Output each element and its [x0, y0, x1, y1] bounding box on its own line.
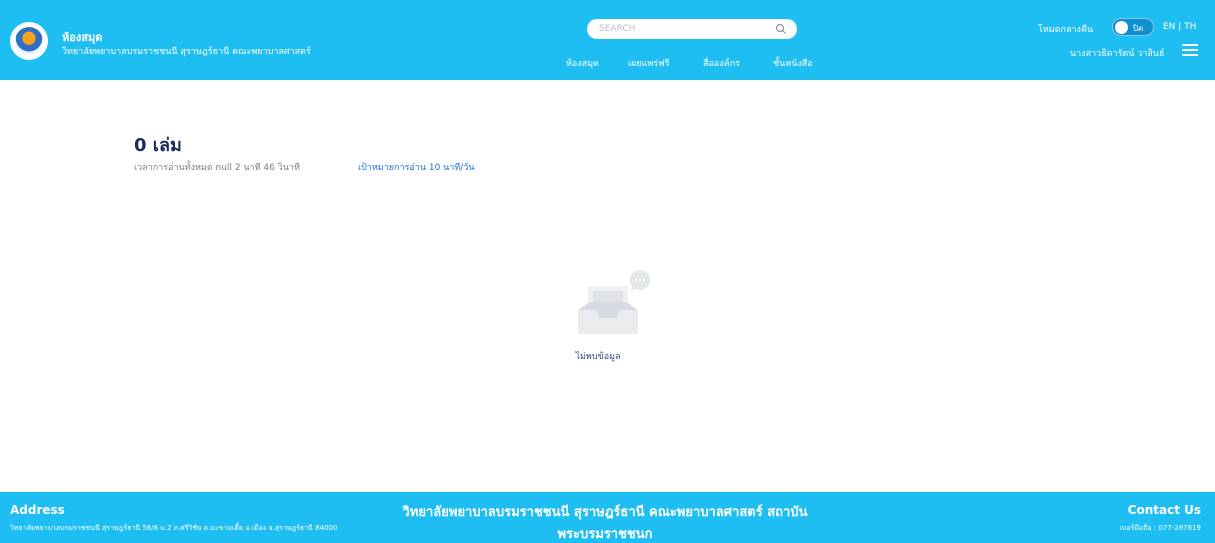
search-icon[interactable] — [775, 23, 787, 35]
toggle-state-text: ปิด — [1133, 24, 1144, 33]
nav-bookshelf[interactable]: ชั้นหนังสือ — [773, 56, 813, 70]
footer-address: วิทยาลัยพยาบาลบรมราชชนนี สุราษฎร์ธานี 56… — [10, 524, 338, 532]
night-mode-label: โหมดกลางคืน — [1038, 25, 1094, 35]
search-bar — [587, 19, 797, 39]
total-reading-time: เวลาการอ่านทั้งหมด null 2 นาที 46 วินาที — [134, 163, 300, 173]
hamburger-menu-icon[interactable] — [1182, 44, 1198, 56]
toggle-knob — [1115, 21, 1128, 34]
search-input[interactable] — [599, 22, 769, 36]
night-mode-toggle[interactable]: ปิด — [1112, 18, 1154, 36]
book-count: 0 เล่ม — [134, 135, 182, 156]
footer-address-title: Address — [10, 503, 65, 517]
empty-state-message: ไม่พบข้อมูล — [575, 352, 621, 362]
footer-phone: เบอร์มือถือ : 077-287819 — [1119, 524, 1201, 532]
nav-org-media[interactable]: สื่อองค์กร — [703, 56, 740, 70]
nav-free-publish[interactable]: เผยแพร่ฟรี — [628, 56, 669, 70]
reading-goal-link[interactable]: เป้าหมายการอ่าน 10 นาที/วัน — [358, 160, 475, 174]
footer-contact-title: Contact Us — [1127, 503, 1201, 517]
language-switcher[interactable]: EN | TH — [1163, 22, 1196, 32]
user-name[interactable]: นางสาวธิดารัตน์ วาสินธ์ — [1070, 46, 1165, 60]
top-header: ห้องสมุด วิทยาลัยพยาบาลบรมราชชนนี สุราษฎ… — [0, 0, 1215, 80]
college-logo[interactable] — [10, 22, 48, 60]
logo-emblem-icon — [15, 27, 43, 55]
site-footer: Address วิทยาลัยพยาบาลบรมราชชนนี สุราษฎร… — [0, 492, 1215, 543]
footer-institution-name: วิทยาลัยพยาบาลบรมราชชนนี สุราษฎร์ธานี คณ… — [402, 505, 808, 542]
brand-subtitle: วิทยาลัยพยาบาลบรมราชชนนี สุราษฎร์ธานี คณ… — [62, 47, 311, 57]
empty-inbox-icon — [578, 270, 650, 334]
nav-library[interactable]: ห้องสมุด — [566, 56, 599, 70]
